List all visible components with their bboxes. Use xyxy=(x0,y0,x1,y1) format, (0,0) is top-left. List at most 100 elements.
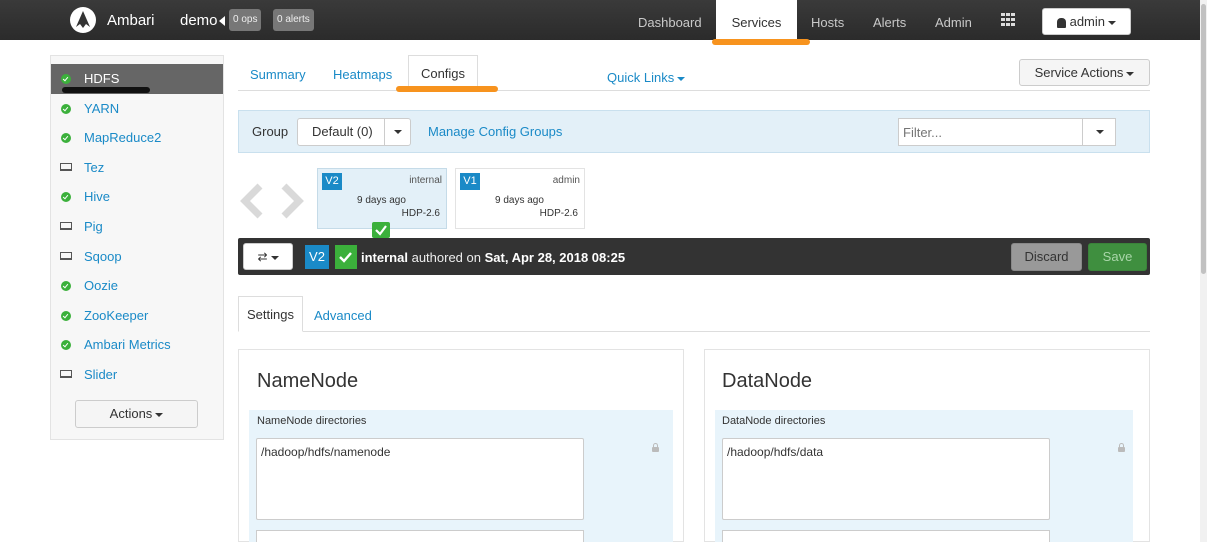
sidebar-item-pig[interactable]: Pig xyxy=(51,212,223,242)
version-card-v1[interactable]: V1 admin 9 days ago HDP-2.6 xyxy=(455,168,585,229)
version-time: 9 days ago xyxy=(495,195,544,206)
config-group-value: Default (0) xyxy=(312,124,373,139)
sidebar-item-label: YARN xyxy=(84,100,120,116)
datanode-directories-block: DataNode directories xyxy=(715,410,1133,542)
service-actions-label: Service Actions xyxy=(1034,65,1124,80)
chevron-down-icon xyxy=(270,255,279,260)
config-group-dropdown-toggle[interactable] xyxy=(384,118,411,146)
datanode-directories-field[interactable] xyxy=(722,438,1050,520)
next-field-top xyxy=(256,530,584,542)
status-ok-icon xyxy=(61,281,71,292)
ambari-logo-icon[interactable] xyxy=(70,7,96,33)
nav-dashboard[interactable]: Dashboard xyxy=(638,0,702,40)
status-ok-icon xyxy=(61,133,71,144)
tab-heatmaps[interactable]: Heatmaps xyxy=(333,67,392,82)
current-version-bar: ⇄ V2 internal authored on Sat, Apr 28, 2… xyxy=(238,238,1150,275)
discard-button[interactable]: Discard xyxy=(1011,243,1082,271)
views-grid-icon[interactable] xyxy=(1001,13,1015,26)
sidebar-item-tez[interactable]: Tez xyxy=(51,153,223,183)
shuffle-icon: ⇄ xyxy=(257,250,268,264)
tab-settings-label: Settings xyxy=(247,307,294,322)
sidebar-item-hive[interactable]: Hive xyxy=(51,182,223,212)
nav-services[interactable]: Services xyxy=(716,0,797,40)
lock-icon[interactable] xyxy=(1118,443,1125,452)
compare-dropdown-button[interactable]: ⇄ xyxy=(243,243,293,270)
user-menu-button[interactable]: admin xyxy=(1042,8,1131,35)
cluster-name[interactable]: demo xyxy=(180,12,218,29)
version-badge: V1 xyxy=(460,173,480,190)
sidebar-item-slider[interactable]: Slider xyxy=(51,360,223,390)
sidebar-item-label: Ambari Metrics xyxy=(84,337,171,353)
actions-label: Actions xyxy=(109,406,153,421)
chevron-down-icon xyxy=(1108,20,1117,25)
chevron-left-icon[interactable] xyxy=(240,183,264,219)
manage-config-groups-link[interactable]: Manage Config Groups xyxy=(428,124,562,139)
version-date: Sat, Apr 28, 2018 08:25 xyxy=(484,250,626,265)
laptop-icon xyxy=(60,222,72,230)
filter-dropdown-toggle[interactable] xyxy=(1082,119,1116,145)
hdfs-annotation-stroke xyxy=(62,87,150,93)
nav-alerts[interactable]: Alerts xyxy=(873,0,906,40)
version-card-v2[interactable]: V2 internal 9 days ago HDP-2.6 xyxy=(317,168,447,229)
filter-input[interactable] xyxy=(898,118,1116,146)
save-button[interactable]: Save xyxy=(1088,243,1147,271)
sidebar-item-yarn[interactable]: YARN xyxy=(51,94,223,124)
next-field-top xyxy=(722,530,1050,542)
status-ok-icon xyxy=(61,192,71,203)
chevron-down-icon xyxy=(1095,129,1104,134)
brand-name[interactable]: Ambari xyxy=(107,12,155,29)
ops-badge[interactable]: 0 ops xyxy=(229,9,262,31)
namenode-directories-field[interactable] xyxy=(256,438,584,520)
authored-on-text: authored on xyxy=(411,250,481,265)
filter-field[interactable] xyxy=(899,119,1079,145)
version-description: internal authored on Sat, Apr 28, 2018 0… xyxy=(361,250,625,265)
laptop-icon xyxy=(60,162,72,171)
sidebar-item-label: Hive xyxy=(84,189,111,205)
chevron-right-icon[interactable] xyxy=(280,183,304,219)
version-badge: V2 xyxy=(322,173,342,190)
config-group-select[interactable]: Default (0) xyxy=(297,118,411,146)
sidebar-item-sqoop[interactable]: Sqoop xyxy=(51,242,223,272)
lock-icon[interactable] xyxy=(652,443,659,452)
group-label: Group xyxy=(252,124,289,139)
service-actions-button[interactable]: Service Actions xyxy=(1019,59,1150,86)
scrollbar-thumb[interactable] xyxy=(1201,4,1206,274)
status-ok-icon xyxy=(61,310,71,321)
alerts-badge[interactable]: 0 alerts xyxy=(273,9,314,31)
sidebar-item-label: ZooKeeper xyxy=(84,307,149,323)
tab-configs-label: Configs xyxy=(420,66,466,81)
services-highlight-underline xyxy=(712,39,810,45)
nav-hosts[interactable]: Hosts xyxy=(811,0,844,40)
version-stack: HDP-2.6 xyxy=(539,208,578,219)
quick-links-label: Quick Links xyxy=(607,70,675,85)
sidebar-item-ambari-metrics[interactable]: Ambari Metrics xyxy=(51,330,223,360)
nav-admin[interactable]: Admin xyxy=(935,0,972,40)
current-version-check-icon xyxy=(335,245,357,269)
cluster-arrow-icon xyxy=(219,16,225,26)
chevron-down-icon xyxy=(1126,71,1135,76)
namenode-directories-block: NameNode directories xyxy=(249,410,673,542)
version-stack: HDP-2.6 xyxy=(401,208,440,219)
sidebar-item-mapreduce2[interactable]: MapReduce2 xyxy=(51,123,223,153)
status-ok-icon xyxy=(61,340,71,351)
sidebar-item-zookeeper[interactable]: ZooKeeper xyxy=(51,301,223,331)
sidebar-item-label: Sqoop xyxy=(84,248,122,264)
version-author: internal xyxy=(361,250,408,265)
chevron-down-icon xyxy=(155,412,164,417)
laptop-icon xyxy=(60,370,72,378)
sidebar-item-label: Oozie xyxy=(84,278,118,294)
current-version-check-icon xyxy=(372,222,390,238)
actions-button[interactable]: Actions xyxy=(75,400,198,428)
chevron-down-icon xyxy=(677,76,686,81)
version-author: internal xyxy=(409,175,442,186)
page-scrollbar[interactable] xyxy=(1200,0,1207,542)
sidebar-item-oozie[interactable]: Oozie xyxy=(51,271,223,301)
version-author: admin xyxy=(552,175,580,186)
user-label: admin xyxy=(1069,14,1106,29)
tab-advanced[interactable]: Advanced xyxy=(314,308,372,323)
quick-links-dropdown[interactable]: Quick Links xyxy=(607,70,686,85)
sidebar-item-label: Tez xyxy=(84,159,105,175)
datanode-panel: DataNode DataNode directories xyxy=(704,349,1150,542)
tab-settings[interactable]: Settings xyxy=(238,296,303,332)
tab-summary[interactable]: Summary xyxy=(250,67,306,82)
